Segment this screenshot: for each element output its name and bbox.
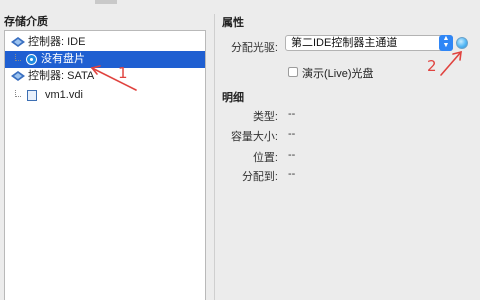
annotation-arrow-1 [91, 67, 137, 91]
annotation-marker-1: 1 [118, 64, 128, 82]
annotation-overlay [90, 50, 462, 91]
annotation-marker-2: 2 [427, 57, 437, 75]
annotation-arrow-2 [440, 51, 462, 76]
